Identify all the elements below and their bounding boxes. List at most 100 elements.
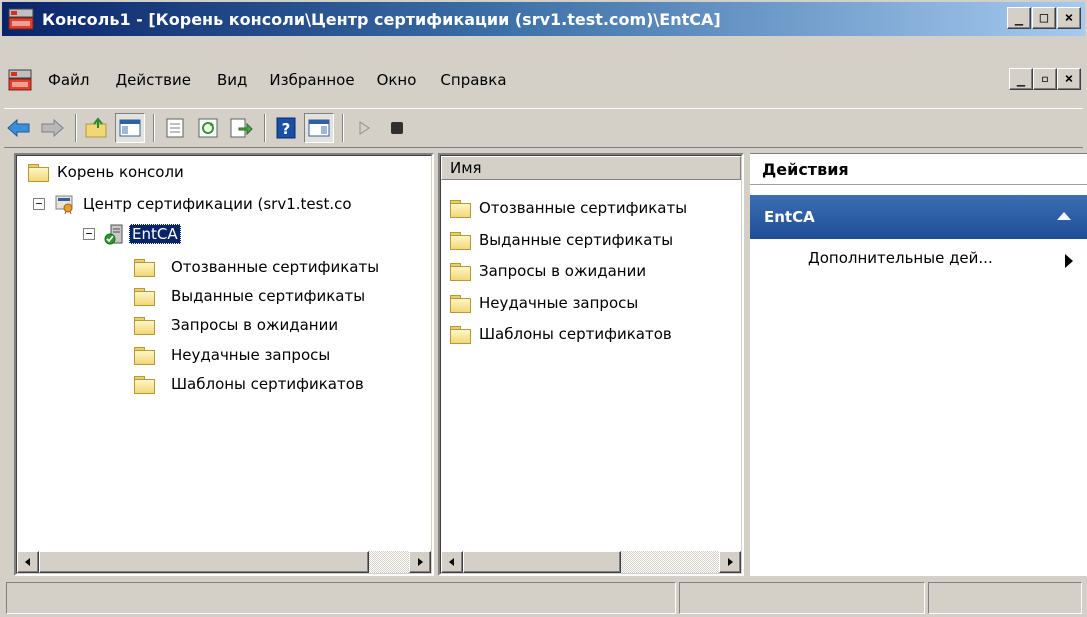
folder-icon [133, 346, 155, 365]
mmc-window: Консоль1 - [Корень консоли\Центр сертифи… [0, 0, 1087, 617]
collapse-arrow-icon[interactable] [1057, 212, 1071, 220]
tree-root-label: Корень консоли [57, 163, 184, 181]
scroll-track[interactable] [463, 551, 719, 573]
window-title: Консоль1 - [Корень консоли\Центр сертифи… [42, 9, 721, 29]
tree-entca-label: EntCA [129, 224, 181, 244]
menu-view[interactable]: Вид [217, 71, 247, 89]
properties-icon[interactable] [160, 113, 190, 143]
toolbar: ? [4, 108, 1083, 148]
scroll-left-button[interactable] [17, 551, 39, 573]
tree-ca-label: Центр сертификации (srv1.test.co [83, 195, 352, 213]
menu-favorites[interactable]: Избранное [269, 71, 354, 89]
folder-icon [133, 316, 155, 335]
list-item-label: Отозванные сертификаты [479, 199, 688, 217]
actions-pane-title: Действия [750, 153, 1087, 185]
tree-entca-node[interactable]: − EntCA [83, 222, 181, 246]
mdi-child-icon[interactable] [8, 68, 34, 92]
status-bar [6, 582, 1085, 614]
actions-group-label: EntCA [764, 208, 815, 226]
list-horizontal-scrollbar[interactable] [441, 551, 741, 573]
status-cell-main [6, 582, 676, 614]
scroll-thumb[interactable] [463, 551, 621, 573]
folder-icon [27, 163, 49, 182]
folder-icon [449, 231, 471, 250]
submenu-arrow-icon[interactable] [1065, 254, 1073, 268]
svg-text:?: ? [282, 120, 291, 138]
close-button[interactable]: × [1057, 7, 1081, 29]
list-item[interactable]: Отозванные сертификаты [449, 196, 687, 220]
certificate-authority-icon [55, 194, 75, 215]
list-item[interactable]: Выданные сертификаты [449, 228, 673, 252]
refresh-icon[interactable] [193, 113, 223, 143]
menu-window[interactable]: Окно [377, 71, 417, 89]
export-list-icon[interactable] [226, 113, 256, 143]
menu-help[interactable]: Справка [440, 71, 506, 89]
tree-folder-label: Шаблоны сертификатов [171, 375, 364, 393]
back-icon[interactable] [4, 113, 34, 143]
list-item-label: Шаблоны сертификатов [479, 325, 672, 343]
forward-icon[interactable] [37, 113, 67, 143]
toolbar-separator [153, 114, 155, 142]
toolbar-separator [264, 114, 266, 142]
tree-ca-node[interactable]: − Центр сертификации (srv1.test.co [33, 192, 352, 216]
tree-root[interactable]: Корень консоли [27, 160, 184, 184]
menu-bar: Файл Действие Вид Избранное Окно Справка [2, 62, 1085, 98]
toolbar-separator [75, 114, 77, 142]
results-list-pane[interactable]: Имя Отозванные сертификаты Выданные серт… [438, 153, 744, 576]
tree-folder-failed[interactable]: Неудачные запросы [133, 343, 330, 367]
stop-service-icon[interactable] [382, 113, 412, 143]
maximize-button[interactable]: □ [1032, 7, 1056, 29]
title-bar[interactable]: Консоль1 - [Корень консоли\Центр сертифи… [2, 2, 1085, 36]
tree-folder-label: Неудачные запросы [171, 346, 331, 364]
child-restore-button[interactable]: ▫ [1033, 68, 1057, 90]
minimize-button[interactable]: _ [1007, 7, 1031, 29]
scroll-right-button[interactable] [719, 551, 741, 573]
folder-icon [133, 287, 155, 306]
folder-icon [449, 325, 471, 344]
list-item[interactable]: Шаблоны сертификатов [449, 322, 672, 346]
scroll-left-button[interactable] [441, 551, 463, 573]
tree-folder-label: Выданные сертификаты [171, 287, 366, 305]
menu-action[interactable]: Действие [115, 71, 191, 89]
collapse-toggle[interactable]: − [83, 228, 95, 240]
folder-icon [449, 199, 471, 218]
folder-icon [449, 294, 471, 313]
console-tree-pane[interactable]: Корень консоли − Центр сертификации (srv… [14, 153, 434, 576]
child-minimize-button[interactable]: _ [1009, 68, 1033, 90]
tree-folder-label: Отозванные сертификаты [171, 258, 380, 276]
list-item-label: Запросы в ожидании [479, 262, 647, 280]
menu-file[interactable]: Файл [48, 71, 89, 89]
help-icon[interactable]: ? [271, 113, 301, 143]
mmc-app-icon[interactable] [8, 7, 36, 31]
tree-folder-revoked[interactable]: Отозванные сертификаты [133, 255, 379, 279]
window-controls: _ □ × [1007, 7, 1081, 29]
start-service-icon[interactable] [349, 113, 379, 143]
collapse-toggle[interactable]: − [33, 198, 45, 210]
actions-group-header[interactable]: EntCA [750, 195, 1087, 239]
folder-icon [449, 262, 471, 281]
list-item[interactable]: Неудачные запросы [449, 291, 638, 315]
status-cell-3 [928, 582, 1082, 614]
up-folder-icon[interactable] [82, 113, 112, 143]
toolbar-separator [342, 114, 344, 142]
scroll-thumb[interactable] [39, 551, 369, 573]
scroll-right-button[interactable] [409, 551, 431, 573]
column-header-name[interactable]: Имя [441, 156, 741, 180]
tree-folder-label: Запросы в ожидании [171, 316, 339, 334]
list-header: Имя [441, 156, 741, 180]
tree-folder-pending[interactable]: Запросы в ожидании [133, 313, 338, 337]
scroll-track[interactable] [39, 551, 409, 573]
ca-server-running-icon [103, 223, 125, 245]
child-window-controls: _ ▫ × [1009, 68, 1081, 90]
results-list: Имя Отозванные сертификаты Выданные серт… [440, 155, 742, 574]
list-item[interactable]: Запросы в ожидании [449, 259, 646, 283]
console-tree: Корень консоли − Центр сертификации (srv… [16, 155, 432, 574]
more-actions-item[interactable]: Дополнительные дей... [808, 249, 993, 267]
show-hide-action-pane-icon[interactable] [304, 113, 334, 143]
child-close-button[interactable]: × [1057, 68, 1081, 90]
show-hide-tree-icon[interactable] [115, 113, 145, 143]
tree-folder-issued[interactable]: Выданные сертификаты [133, 284, 365, 308]
tree-folder-templates[interactable]: Шаблоны сертификатов [133, 372, 364, 396]
folder-icon [133, 258, 155, 277]
tree-horizontal-scrollbar[interactable] [17, 551, 431, 573]
